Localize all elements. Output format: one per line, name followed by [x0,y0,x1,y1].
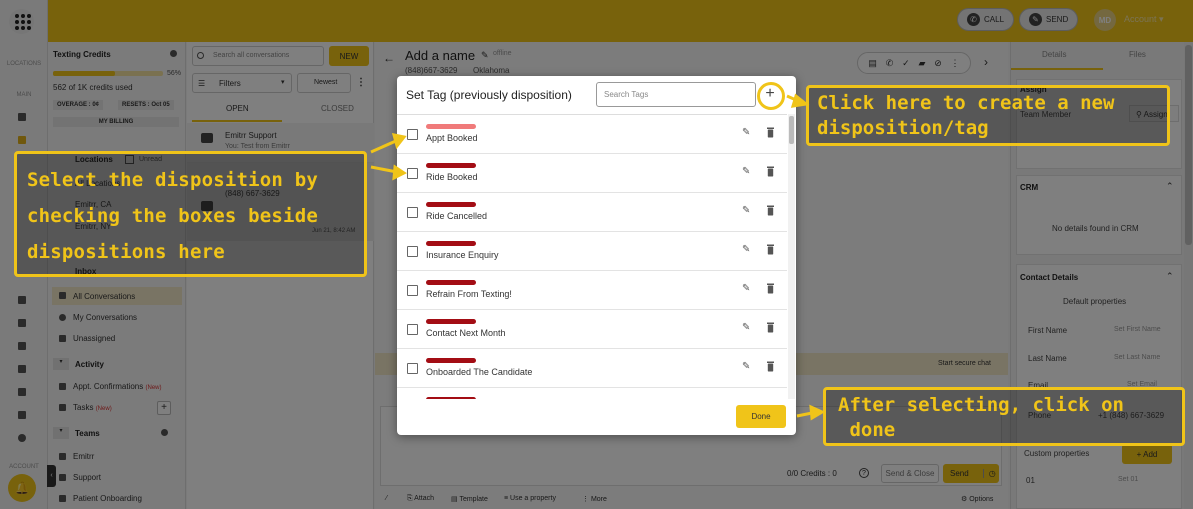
edit-icon[interactable]: ✎ [742,322,750,333]
tag-color-swatch [426,241,476,246]
tag-name: Onboarded The Candidate [426,367,533,377]
edit-icon[interactable]: ✎ [742,283,750,294]
edit-icon[interactable]: ✎ [742,205,750,216]
tag-checkbox[interactable] [407,324,418,335]
tag-row[interactable]: Contact Next Month ✎ [397,310,787,349]
annotation-select-disposition: Select the disposition by checking the b… [14,151,367,277]
tag-color-swatch [426,280,476,285]
tag-checkbox[interactable] [407,246,418,257]
tag-color-swatch [426,124,476,129]
tag-search-input[interactable] [596,82,756,107]
annotation-click-done: After selecting, click on done [823,387,1185,446]
trash-icon[interactable] [766,244,775,255]
annotation-create-tag: Click here to create a new disposition/t… [806,85,1170,146]
tag-list-scrollbar[interactable] [788,114,795,399]
tag-color-swatch [426,163,476,168]
trash-icon[interactable] [766,127,775,138]
tag-row[interactable]: Ride Cancelled ✎ [397,193,787,232]
tag-color-swatch [426,202,476,207]
trash-icon[interactable] [766,283,775,294]
set-tag-modal: Set Tag (previously disposition) + Appt … [397,76,796,435]
tag-row[interactable]: Refrain From Texting! ✎ [397,271,787,310]
edit-icon[interactable]: ✎ [742,166,750,177]
trash-icon[interactable] [766,361,775,372]
tag-name: Ride Booked [426,172,478,182]
tag-color-swatch [426,397,476,399]
tag-color-swatch [426,358,476,363]
tag-row[interactable]: Onboarded The Candidate ✎ [397,349,787,388]
tag-row[interactable]: Ride Booked ✎ [397,154,787,193]
tag-row[interactable]: Insurance Enquiry ✎ [397,232,787,271]
tag-list-scrollbar-thumb[interactable] [789,116,794,144]
tag-color-swatch [426,319,476,324]
tag-checkbox[interactable] [407,168,418,179]
tag-row[interactable]: Appt Booked ✎ [397,115,787,154]
tag-name: Insurance Enquiry [426,250,499,260]
highlight-circle [757,82,785,110]
trash-icon[interactable] [766,166,775,177]
trash-icon[interactable] [766,322,775,333]
trash-icon[interactable] [766,205,775,216]
edit-icon[interactable]: ✎ [742,244,750,255]
tag-name: Ride Cancelled [426,211,488,221]
tag-name: Appt Booked [426,133,478,143]
tag-checkbox[interactable] [407,363,418,374]
tag-list: Appt Booked ✎ Ride Booked ✎ Ride Cancelled ✎ I… [397,114,787,399]
edit-icon[interactable]: ✎ [742,361,750,372]
tag-checkbox[interactable] [407,285,418,296]
tag-checkbox[interactable] [407,129,418,140]
tag-checkbox[interactable] [407,207,418,218]
edit-icon[interactable]: ✎ [742,127,750,138]
done-button[interactable]: Done [736,405,786,428]
tag-name: Refrain From Texting! [426,289,512,299]
tag-row-partial[interactable] [397,388,787,399]
tag-name: Contact Next Month [426,328,506,338]
modal-title: Set Tag (previously disposition) [406,88,572,102]
